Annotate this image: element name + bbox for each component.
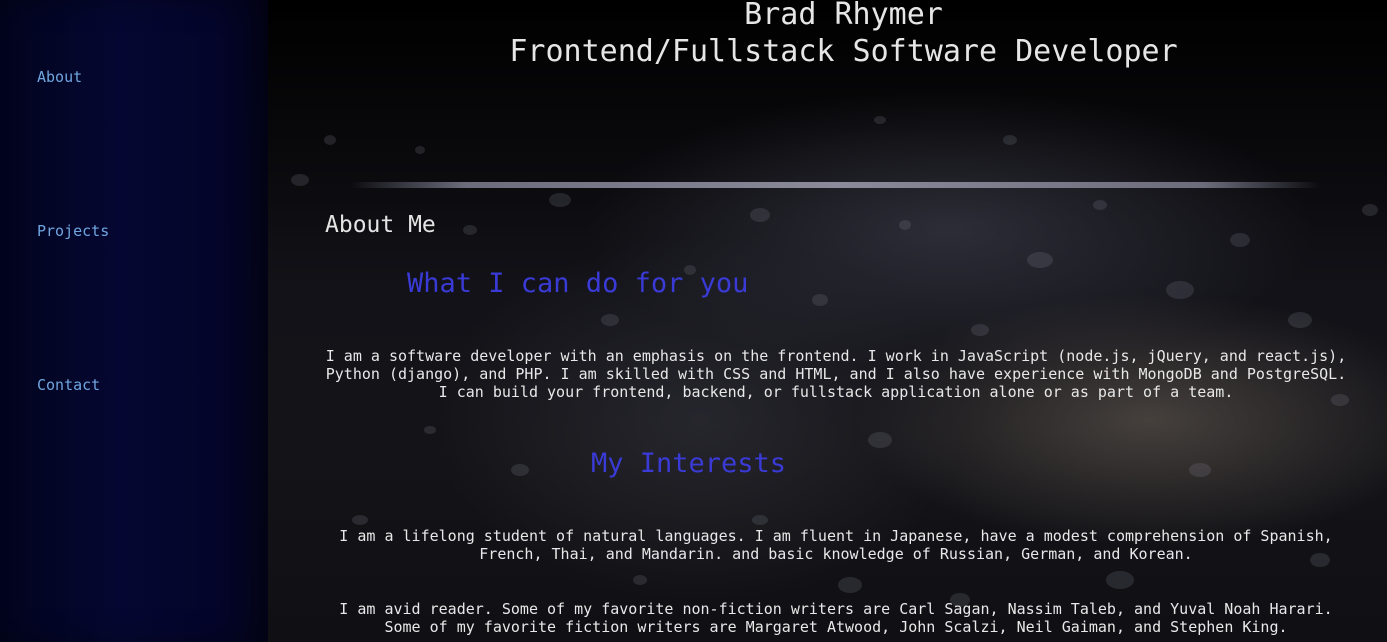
- paragraph-reading: I am avid reader. Some of my favorite no…: [339, 600, 1333, 636]
- nav-link-projects[interactable]: Projects: [37, 222, 109, 240]
- heading-what-i-can-do: What I can do for you: [407, 268, 749, 299]
- page-header: Brad Rhymer Frontend/Fullstack Software …: [300, 0, 1387, 70]
- paragraph-languages: I am a lifelong student of natural langu…: [339, 527, 1333, 563]
- paragraph-skills: I am a software developer with an emphas…: [325, 347, 1347, 401]
- developer-name: Brad Rhymer: [744, 0, 943, 32]
- developer-role: Frontend/Fullstack Software Developer: [509, 34, 1178, 69]
- sidebar: About Projects Contact: [0, 0, 268, 642]
- nav-link-about[interactable]: About: [37, 68, 82, 86]
- section-title-about-me: About Me: [325, 212, 436, 238]
- page: About Projects Contact Brad Rhymer Front…: [0, 0, 1387, 642]
- nav-link-contact[interactable]: Contact: [37, 376, 100, 394]
- header-divider: [350, 182, 1320, 188]
- heading-my-interests: My Interests: [591, 448, 787, 479]
